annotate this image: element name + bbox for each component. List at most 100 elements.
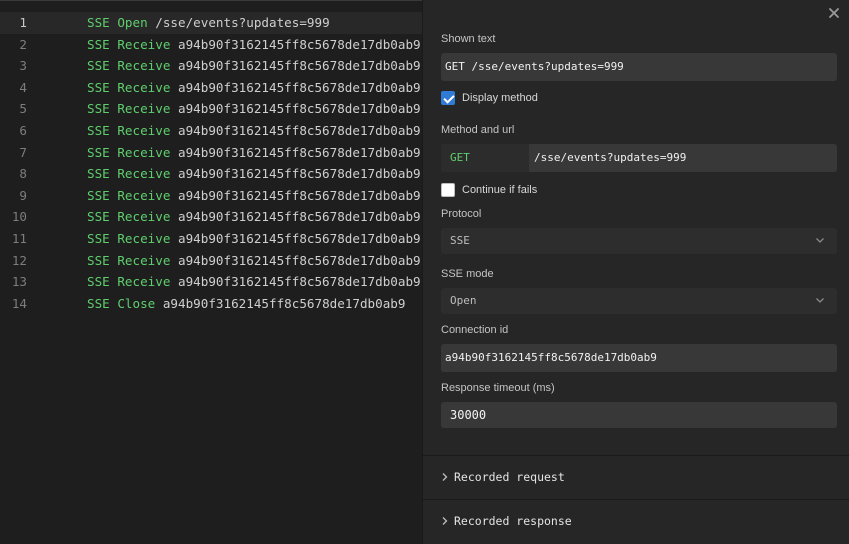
continue-if-fails-label: Continue if fails bbox=[462, 184, 538, 196]
shown-text-input[interactable]: GET /sse/events?updates=999 bbox=[441, 53, 837, 81]
line-number: 12 bbox=[11, 252, 27, 268]
shown-text-label: Shown text bbox=[441, 33, 496, 45]
sse-mode-value: Open bbox=[450, 294, 477, 307]
method-select[interactable]: GET bbox=[441, 144, 529, 172]
line-number: 3 bbox=[19, 58, 27, 74]
step-keyword: SSE Receive bbox=[87, 166, 171, 182]
method-value: GET bbox=[450, 151, 470, 164]
sse-mode-label: SSE mode bbox=[441, 268, 494, 280]
line-number: 14 bbox=[11, 295, 27, 311]
code-line[interactable]: 3 SSE Receive a94b90f3162145ff8c5678de17d… bbox=[0, 55, 422, 77]
code-line[interactable]: 12 SSE Receive a94b90f3162145ff8c5678de17… bbox=[0, 250, 422, 272]
line-number: 11 bbox=[11, 231, 27, 246]
protocol-select[interactable]: SSE bbox=[441, 228, 837, 254]
code-statement: SSE Receive a94b90f3162145ff8c5678de17db… bbox=[87, 250, 421, 272]
step-argument: a94b90f3162145ff8c5678de17db0ab9 bbox=[178, 101, 421, 117]
recorded-response-title: Recorded response bbox=[454, 514, 572, 528]
code-statement: SSE Receive a94b90f3162145ff8c5678de17db… bbox=[87, 271, 421, 293]
step-argument: a94b90f3162145ff8c5678de17db0ab9 bbox=[178, 187, 421, 203]
code-line[interactable]: 9 SSE Receive a94b90f3162145ff8c5678de17d… bbox=[0, 185, 422, 207]
line-number: 9 bbox=[19, 187, 27, 203]
code-editor[interactable]: 1 SSE Open /sse/events?updates=999 2 SSE Re… bbox=[0, 0, 422, 544]
step-argument: a94b90f3162145ff8c5678de17db0ab9 bbox=[178, 209, 421, 225]
line-number: 13 bbox=[11, 274, 27, 290]
code-line[interactable]: 2 SSE Receive a94b90f3162145ff8c5678de17d… bbox=[0, 34, 422, 56]
step-keyword: SSE Receive bbox=[87, 79, 171, 95]
code-statement: SSE Close a94b90f3162145ff8c5678de17db0a… bbox=[87, 293, 405, 315]
code-statement: SSE Receive a94b90f3162145ff8c5678de17db… bbox=[87, 55, 421, 77]
close-icon[interactable] bbox=[826, 5, 842, 21]
code-line[interactable]: 5 SSE Receive a94b90f3162145ff8c5678de17d… bbox=[0, 98, 422, 120]
code-line[interactable]: 8 SSE Receive a94b90f3162145ff8c5678de17d… bbox=[0, 163, 422, 185]
line-number: 5 bbox=[19, 101, 27, 117]
code-line[interactable]: 6 SSE Receive a94b90f3162145ff8c5678de17d… bbox=[0, 120, 422, 142]
step-argument: a94b90f3162145ff8c5678de17db0ab9 bbox=[178, 123, 421, 138]
step-argument: /sse/events?updates=999 bbox=[155, 15, 330, 30]
code-line[interactable]: 13 SSE Receive a94b90f3162145ff8c5678de17… bbox=[0, 271, 422, 293]
step-keyword: SSE Receive bbox=[87, 209, 171, 225]
connection-id-value: a94b90f3162145ff8c5678de17db0ab9 bbox=[445, 351, 657, 364]
step-keyword: SSE Receive bbox=[87, 58, 171, 74]
shown-text-value: GET /sse/events?updates=999 bbox=[445, 60, 624, 73]
response-timeout-value: 30000 bbox=[450, 408, 487, 422]
step-argument: a94b90f3162145ff8c5678de17db0ab9 bbox=[178, 274, 421, 290]
code-statement: SSE Receive a94b90f3162145ff8c5678de17db… bbox=[87, 163, 421, 185]
code-statement: SSE Receive a94b90f3162145ff8c5678de17db… bbox=[87, 120, 421, 142]
step-keyword: SSE Receive bbox=[87, 123, 171, 138]
code-statement: SSE Receive a94b90f3162145ff8c5678de17db… bbox=[87, 34, 421, 56]
step-keyword: SSE Receive bbox=[87, 144, 171, 160]
method-url-label: Method and url bbox=[441, 124, 515, 136]
chevron-down-icon bbox=[816, 238, 824, 243]
step-argument: a94b90f3162145ff8c5678de17db0ab9 bbox=[178, 79, 421, 95]
recorded-request-section[interactable]: Recorded request bbox=[423, 456, 849, 499]
step-argument: a94b90f3162145ff8c5678de17db0ab9 bbox=[178, 36, 421, 52]
method-url-field: GET /sse/events?updates=999 bbox=[441, 144, 837, 172]
step-keyword: SSE Receive bbox=[87, 231, 171, 246]
continue-if-fails-checkbox[interactable] bbox=[441, 183, 455, 197]
connection-id-input[interactable]: a94b90f3162145ff8c5678de17db0ab9 bbox=[441, 344, 837, 372]
editor-top-border bbox=[0, 0, 422, 1]
step-argument: a94b90f3162145ff8c5678de17db0ab9 bbox=[178, 166, 421, 182]
step-argument: a94b90f3162145ff8c5678de17db0ab9 bbox=[178, 231, 421, 246]
code-line[interactable]: 11 SSE Receive a94b90f3162145ff8c5678de17… bbox=[0, 228, 422, 250]
step-argument: a94b90f3162145ff8c5678de17db0ab9 bbox=[178, 144, 421, 160]
sse-mode-select[interactable]: Open bbox=[441, 288, 837, 314]
line-number: 8 bbox=[19, 166, 27, 182]
response-timeout-input[interactable]: 30000 bbox=[441, 402, 837, 428]
line-number: 6 bbox=[19, 123, 27, 138]
code-statement: SSE Receive a94b90f3162145ff8c5678de17db… bbox=[87, 185, 421, 207]
step-argument: a94b90f3162145ff8c5678de17db0ab9 bbox=[178, 58, 421, 74]
step-keyword: SSE Receive bbox=[87, 101, 171, 117]
code-statement: SSE Receive a94b90f3162145ff8c5678de17db… bbox=[87, 98, 421, 120]
protocol-value: SSE bbox=[450, 234, 470, 247]
line-number: 2 bbox=[19, 36, 27, 52]
recorded-response-section[interactable]: Recorded response bbox=[423, 500, 849, 543]
step-keyword: SSE Receive bbox=[87, 274, 171, 290]
response-timeout-label: Response timeout (ms) bbox=[441, 382, 555, 394]
step-properties-panel: Shown text GET /sse/events?updates=999 D… bbox=[422, 0, 849, 544]
step-keyword: SSE Receive bbox=[87, 187, 171, 203]
connection-id-label: Connection id bbox=[441, 324, 509, 336]
step-argument: a94b90f3162145ff8c5678de17db0ab9 bbox=[162, 295, 406, 311]
step-argument: a94b90f3162145ff8c5678de17db0ab9 bbox=[178, 252, 421, 268]
step-keyword: SSE Receive bbox=[87, 36, 171, 52]
url-input[interactable]: /sse/events?updates=999 bbox=[534, 144, 686, 172]
code-line[interactable]: 10 SSE Receive a94b90f3162145ff8c5678de17… bbox=[0, 206, 422, 228]
line-number: 1 bbox=[19, 15, 27, 30]
code-statement: SSE Receive a94b90f3162145ff8c5678de17db… bbox=[87, 228, 421, 250]
chevron-down-icon bbox=[816, 298, 824, 303]
code-line[interactable]: 7 SSE Receive a94b90f3162145ff8c5678de17d… bbox=[0, 142, 422, 164]
display-method-label: Display method bbox=[462, 92, 538, 104]
line-number: 4 bbox=[19, 79, 27, 95]
recorded-request-title: Recorded request bbox=[454, 470, 565, 484]
code-statement: SSE Receive a94b90f3162145ff8c5678de17db… bbox=[87, 77, 421, 99]
code-line[interactable]: 1 SSE Open /sse/events?updates=999 bbox=[0, 12, 422, 34]
line-number: 7 bbox=[19, 144, 27, 160]
protocol-label: Protocol bbox=[441, 208, 482, 220]
step-keyword: SSE Receive bbox=[87, 252, 171, 268]
step-keyword: SSE Open bbox=[87, 15, 148, 30]
code-line[interactable]: 14 SSE Close a94b90f3162145ff8c5678de17db… bbox=[0, 293, 422, 315]
code-statement: SSE Receive a94b90f3162145ff8c5678de17db… bbox=[87, 206, 421, 228]
display-method-checkbox[interactable] bbox=[441, 91, 455, 105]
code-line[interactable]: 4 SSE Receive a94b90f3162145ff8c5678de17d… bbox=[0, 77, 422, 99]
